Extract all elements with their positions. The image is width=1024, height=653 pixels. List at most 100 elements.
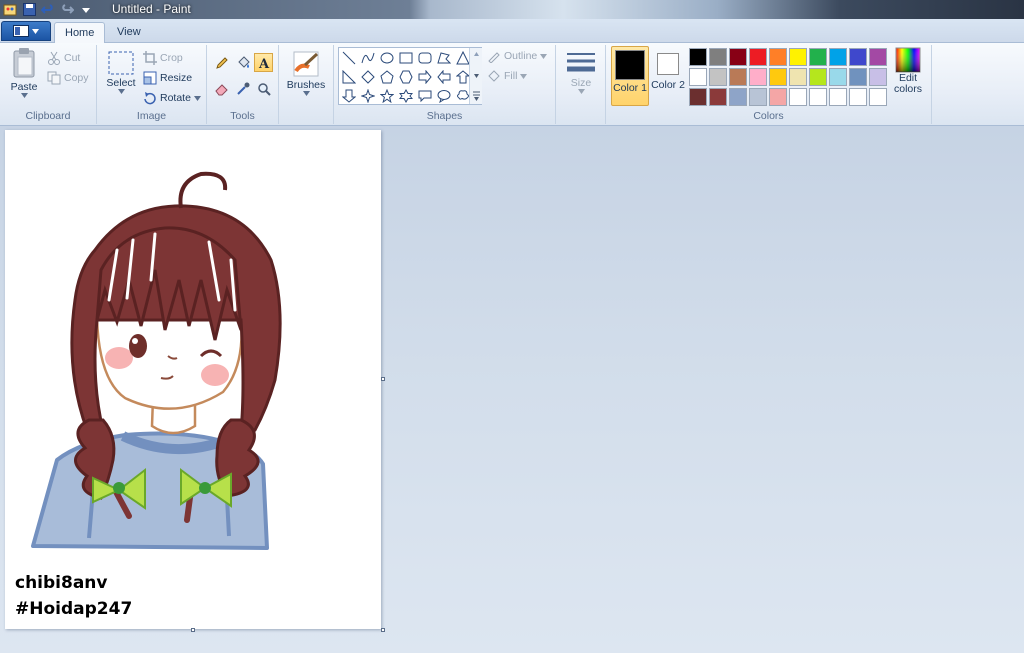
select-button[interactable]: Select <box>103 49 139 94</box>
palette-swatch[interactable] <box>769 48 787 66</box>
palette-swatch[interactable] <box>829 68 847 86</box>
crop-button[interactable]: Crop <box>143 49 183 67</box>
customize-qat-icon[interactable] <box>78 2 94 18</box>
shapes-scrollbar[interactable] <box>469 48 482 104</box>
line-shape-icon[interactable] <box>340 49 358 67</box>
tab-view[interactable]: View <box>107 22 151 44</box>
paint-menu-icon <box>13 25 29 37</box>
color-wheel-icon <box>895 47 921 73</box>
copy-button[interactable]: Copy <box>47 69 89 87</box>
colors-group-label: Colors <box>753 110 784 122</box>
undo-icon[interactable] <box>40 2 56 18</box>
fill-icon[interactable] <box>233 53 252 72</box>
size-label: Size <box>570 77 592 89</box>
right-arrow-shape-icon[interactable] <box>416 68 434 86</box>
palette-swatch[interactable] <box>869 88 887 106</box>
clipboard-group: Paste Cut Copy Clipboard <box>0 45 97 124</box>
brushes-button[interactable]: Brushes <box>285 49 327 96</box>
resize-handle-bottom[interactable] <box>191 628 195 632</box>
six-point-star-shape-icon[interactable] <box>397 87 415 105</box>
palette-swatch[interactable] <box>849 88 867 106</box>
diamond-shape-icon[interactable] <box>359 68 377 86</box>
paint-menu-button[interactable] <box>1 21 51 41</box>
resize-handle-corner[interactable] <box>381 628 385 632</box>
palette-swatch[interactable] <box>869 48 887 66</box>
rotate-button[interactable]: Rotate <box>143 89 201 107</box>
palette-swatch[interactable] <box>829 88 847 106</box>
eraser-icon[interactable] <box>212 79 231 98</box>
rectangle-shape-icon[interactable] <box>397 49 415 67</box>
paint-app-icon[interactable] <box>2 2 18 18</box>
palette-swatch[interactable] <box>849 48 867 66</box>
color2-button[interactable]: Color 2 <box>650 46 686 106</box>
palette-swatch[interactable] <box>709 68 727 86</box>
color1-button[interactable]: Color 1 <box>611 46 649 106</box>
palette-swatch[interactable] <box>809 68 827 86</box>
four-point-star-shape-icon[interactable] <box>359 87 377 105</box>
palette-swatch[interactable] <box>689 48 707 66</box>
left-arrow-shape-icon[interactable] <box>435 68 453 86</box>
drawing-canvas[interactable]: chibi8anv #Hoidap247 <box>5 130 381 629</box>
shapes-group-label: Shapes <box>426 110 463 122</box>
chibi-girl-drawing <box>31 171 282 550</box>
outline-label: Outline <box>504 50 538 62</box>
palette-swatch[interactable] <box>749 48 767 66</box>
five-point-star-shape-icon[interactable] <box>378 87 396 105</box>
color-palette <box>688 47 888 107</box>
fill-button[interactable]: Fill <box>487 67 528 85</box>
palette-swatch[interactable] <box>729 68 747 86</box>
palette-swatch[interactable] <box>829 48 847 66</box>
palette-swatch[interactable] <box>869 68 887 86</box>
size-button[interactable]: Size <box>561 49 601 94</box>
palette-swatch[interactable] <box>789 88 807 106</box>
caption-line-2: #Hoidap247 <box>15 599 133 619</box>
palette-swatch[interactable] <box>769 68 787 86</box>
pencil-icon[interactable] <box>212 53 231 72</box>
down-arrow-shape-icon[interactable] <box>340 87 358 105</box>
palette-swatch[interactable] <box>729 88 747 106</box>
cut-button[interactable]: Cut <box>47 49 80 67</box>
palette-swatch[interactable] <box>709 48 727 66</box>
rect-callout-shape-icon[interactable] <box>416 87 434 105</box>
polygon-shape-icon[interactable] <box>435 49 453 67</box>
palette-swatch[interactable] <box>849 68 867 86</box>
resize-button[interactable]: Resize <box>143 69 192 87</box>
rotate-label: Rotate <box>160 92 191 104</box>
save-icon[interactable] <box>21 2 37 18</box>
text-icon[interactable]: A <box>254 53 273 72</box>
redo-icon[interactable] <box>59 2 75 18</box>
resize-label: Resize <box>160 72 193 84</box>
magnifier-icon[interactable] <box>254 79 273 98</box>
edit-colors-button[interactable]: Edit colors <box>890 47 926 95</box>
tab-home[interactable]: Home <box>54 22 106 44</box>
chevron-down-icon <box>520 73 528 79</box>
palette-swatch[interactable] <box>709 88 727 106</box>
brush-icon <box>293 51 319 77</box>
scissors-icon <box>48 51 60 65</box>
palette-swatch[interactable] <box>749 88 767 106</box>
pentagon-shape-icon[interactable] <box>378 68 396 86</box>
palette-swatch[interactable] <box>769 88 787 106</box>
palette-swatch[interactable] <box>689 88 707 106</box>
cut-label: Cut <box>64 52 81 64</box>
palette-swatch[interactable] <box>729 48 747 66</box>
title-bar: Untitled - Paint <box>0 0 1024 19</box>
paste-button[interactable]: Paste <box>6 47 42 98</box>
palette-swatch[interactable] <box>789 48 807 66</box>
oval-shape-icon[interactable] <box>378 49 396 67</box>
palette-swatch[interactable] <box>809 88 827 106</box>
palette-swatch[interactable] <box>689 68 707 86</box>
copy-icon <box>47 71 61 85</box>
palette-swatch[interactable] <box>809 48 827 66</box>
palette-swatch[interactable] <box>789 68 807 86</box>
palette-swatch[interactable] <box>749 68 767 86</box>
oval-callout-shape-icon[interactable] <box>435 87 453 105</box>
resize-handle-right[interactable] <box>381 377 385 381</box>
curve-shape-icon[interactable] <box>359 49 377 67</box>
right-triangle-shape-icon[interactable] <box>340 68 358 86</box>
outline-icon <box>488 52 500 63</box>
rounded-rectangle-shape-icon[interactable] <box>416 49 434 67</box>
color-picker-icon[interactable] <box>233 79 252 98</box>
outline-button[interactable]: Outline <box>487 47 548 65</box>
hexagon-shape-icon[interactable] <box>397 68 415 86</box>
